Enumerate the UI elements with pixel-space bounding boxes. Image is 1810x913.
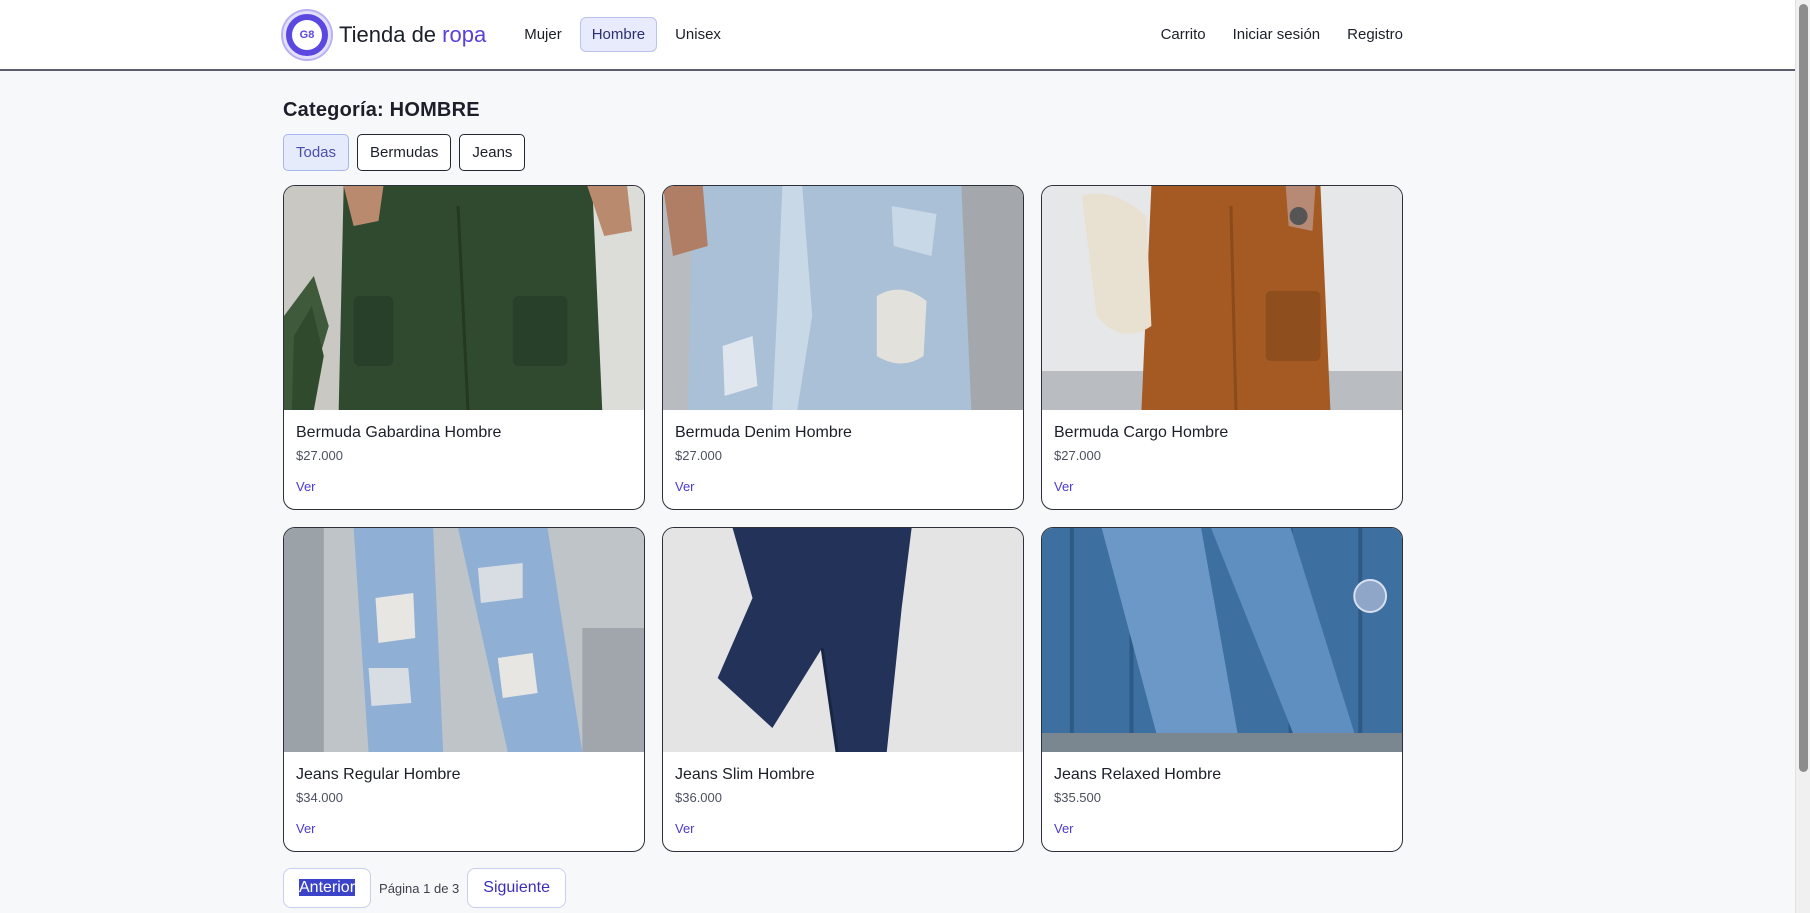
category-label: Categoría:: [283, 99, 384, 121]
product-price: $27.000: [296, 448, 343, 463]
view-product-link[interactable]: Ver: [296, 479, 316, 494]
product-name: Jeans Regular Hombre: [296, 766, 461, 783]
subcategory-filters: Todas Bermudas Jeans: [283, 134, 1403, 171]
product-price: $34.000: [296, 790, 343, 805]
nav-unisex[interactable]: Unisex: [663, 17, 733, 52]
page-scrollbar[interactable]: [1795, 0, 1810, 913]
nav-hombre[interactable]: Hombre: [579, 17, 658, 52]
next-page-button[interactable]: Siguiente: [467, 868, 566, 908]
category-title: Categoría: HOMBRE: [283, 99, 1403, 122]
pagination: Anterior Página 1 de 3 Siguiente: [283, 868, 1403, 908]
filter-todas[interactable]: Todas: [283, 134, 350, 171]
nav-mujer[interactable]: Mujer: [512, 17, 574, 52]
account-nav: Carrito Iniciar sesión Registro: [1161, 26, 1403, 43]
view-product-link[interactable]: Ver: [1054, 821, 1074, 836]
product-price: $27.000: [1054, 448, 1101, 463]
brand-name[interactable]: Tienda de ropa: [339, 22, 486, 48]
product-image[interactable]: [284, 186, 644, 410]
login-link[interactable]: Iniciar sesión: [1233, 26, 1321, 43]
logo-text: G8: [292, 19, 322, 50]
product-name: Bermuda Cargo Hombre: [1054, 424, 1229, 441]
view-product-link[interactable]: Ver: [296, 821, 316, 836]
category-nav: Mujer Hombre Unisex: [512, 17, 733, 52]
prev-page-label: Anterior: [299, 879, 356, 896]
filter-bermudas[interactable]: Bermudas: [357, 134, 452, 171]
prev-page-button[interactable]: Anterior: [283, 868, 372, 908]
product-image[interactable]: [284, 528, 644, 752]
register-link[interactable]: Registro: [1347, 26, 1403, 43]
navbar-container: G8 Tienda de ropa Mujer Hombre Unisex Ca…: [283, 0, 1403, 69]
product-image[interactable]: [663, 186, 1023, 410]
main-content: Categoría: HOMBRE Todas Bermudas Jeans B…: [283, 71, 1403, 908]
brand-accent: ropa: [442, 21, 487, 47]
page-indicator: Página 1 de 3: [379, 880, 460, 896]
filter-jeans[interactable]: Jeans: [459, 134, 526, 171]
cart-link[interactable]: Carrito: [1161, 26, 1206, 43]
product-card[interactable]: Jeans Relaxed Hombre $35.500 Ver: [1041, 527, 1403, 852]
product-price: $27.000: [675, 448, 722, 463]
product-card[interactable]: Jeans Regular Hombre $34.000 Ver: [283, 527, 645, 852]
product-price: $35.500: [1054, 790, 1101, 805]
product-card[interactable]: Bermuda Gabardina Hombre $27.000 Ver: [283, 185, 645, 510]
product-grid: Bermuda Gabardina Hombre $27.000 Ver Ber…: [283, 185, 1403, 852]
product-card[interactable]: Bermuda Cargo Hombre $27.000 Ver: [1041, 185, 1403, 510]
product-card[interactable]: Jeans Slim Hombre $36.000 Ver: [662, 527, 1024, 852]
top-navbar: G8 Tienda de ropa Mujer Hombre Unisex Ca…: [0, 0, 1795, 71]
product-name: Bermuda Denim Hombre: [675, 424, 852, 441]
view-product-link[interactable]: Ver: [675, 479, 695, 494]
product-name: Jeans Relaxed Hombre: [1054, 766, 1222, 783]
product-name: Bermuda Gabardina Hombre: [296, 424, 502, 441]
product-name: Jeans Slim Hombre: [675, 766, 815, 783]
view-product-link[interactable]: Ver: [1054, 479, 1074, 494]
product-image[interactable]: [1042, 186, 1402, 410]
product-image[interactable]: [1042, 528, 1402, 752]
view-product-link[interactable]: Ver: [675, 821, 695, 836]
product-price: $36.000: [675, 790, 722, 805]
category-value: HOMBRE: [389, 99, 480, 121]
brand-prefix: Tienda de: [339, 21, 443, 47]
product-image[interactable]: [663, 528, 1023, 752]
logo-badge[interactable]: G8: [283, 10, 331, 59]
product-card[interactable]: Bermuda Denim Hombre $27.000 Ver: [662, 185, 1024, 510]
scrollbar-thumb[interactable]: [1799, 4, 1808, 772]
